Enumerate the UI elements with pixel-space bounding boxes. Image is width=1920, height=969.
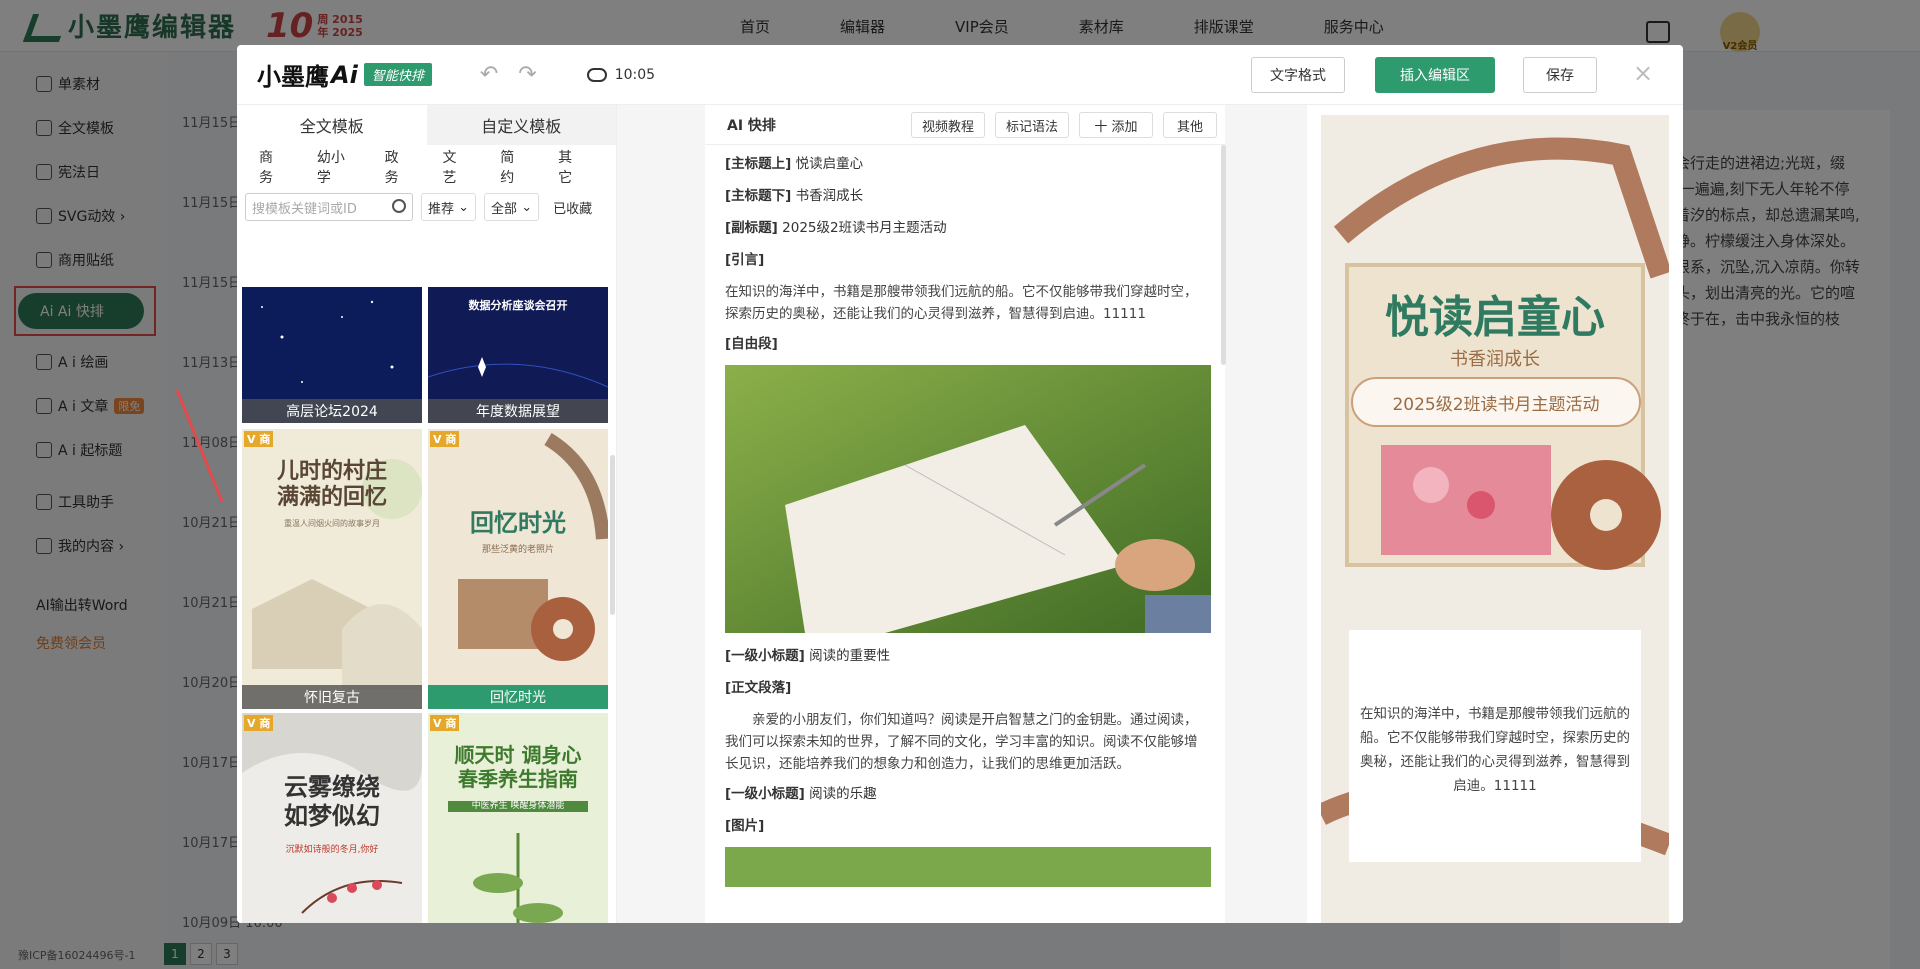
editor-content[interactable]: [主标题上] 悦读启童心 [主标题下] 书香润成长 [副标题] 2025级2班读…: [705, 145, 1225, 887]
image-tag: [图片]: [725, 818, 765, 834]
cloud-icon: [586, 67, 607, 82]
layout-preview: 悦读启童心 书香润成长 2025级2班读书月主题活动 在知识的海洋中，书籍是那艘…: [1321, 115, 1669, 923]
editor-line[interactable]: [副标题] 2025级2班读书月主题活动: [725, 217, 1205, 239]
editor-line[interactable]: [一级小标题] 阅读的乐趣: [725, 783, 1205, 805]
template-caption: 回忆时光: [428, 685, 608, 709]
editor-toolbar: AI 快排 视频教程 标记语法 十 添加 其他: [705, 105, 1225, 145]
editor-title: AI 快排: [727, 117, 776, 134]
intro-paragraph[interactable]: 在知识的海洋中，书籍是那艘带领我们远航的船。它不仅能够带我们穿越时空，探索历史的…: [725, 281, 1205, 325]
editor-scrollbar[interactable]: [1221, 145, 1226, 365]
template-search-input[interactable]: 搜模板关键词或ID: [245, 193, 413, 221]
undo-icon[interactable]: ↶: [480, 62, 498, 87]
text-format-button[interactable]: 文字格式: [1251, 57, 1345, 93]
template-card[interactable]: V 商 儿时的村庄 满满的回忆 重温人间烟火间的故事岁月 怀旧复古: [242, 429, 422, 709]
vip-commercial-tag: V 商: [244, 431, 274, 447]
vip-commercial-tag: V 商: [244, 715, 274, 731]
template-poster-subtitle: 沉默如诗般的冬月,你好: [285, 845, 379, 855]
redo-icon[interactable]: ↷: [518, 62, 536, 87]
sort-select[interactable]: 推荐 ⌄: [421, 193, 477, 221]
editor-line[interactable]: [主标题下] 书香润成长: [725, 185, 1205, 207]
modal-header: 小墨鹰 Ai 智能快排 ↶ ↷ 10:05 文字格式 插入编辑区 保存 ×: [237, 45, 1683, 105]
smart-layout-tag: 智能快排: [363, 63, 432, 86]
category-other[interactable]: 其它: [558, 147, 578, 187]
markup-syntax-button[interactable]: 标记语法: [995, 112, 1069, 138]
template-caption: 高层论坛2024: [242, 399, 422, 423]
template-card[interactable]: 高层论坛2024: [242, 287, 422, 423]
category-government[interactable]: 政务: [385, 147, 405, 187]
modal-logo: 小墨鹰 Ai 智能快排: [257, 57, 432, 92]
category-kids[interactable]: 幼小学: [317, 147, 347, 187]
category-filter: 商务 幼小学 政务 文艺 简约 其它: [237, 145, 616, 189]
save-time: 10:05: [614, 66, 656, 83]
preview-subtitle: 书香润成长: [1450, 349, 1540, 370]
template-card[interactable]: V 商 回忆时光 那些泛黄的老照片 回忆时光: [428, 429, 608, 709]
body-paragraph-tag: [正文段落]: [725, 680, 792, 696]
favorites-filter[interactable]: 已收藏: [553, 198, 592, 217]
template-filters: 搜模板关键词或ID 推荐 ⌄ 全部 ⌄ 已收藏: [237, 189, 616, 225]
scope-select[interactable]: 全部 ⌄: [484, 193, 540, 221]
template-caption: 怀旧复古: [242, 685, 422, 709]
editor-line[interactable]: [主标题上] 悦读启童心: [725, 153, 1205, 175]
template-card[interactable]: 数据分析座谈会召开 年度数据展望: [428, 287, 608, 423]
close-icon[interactable]: ×: [1633, 59, 1653, 87]
tab-full-template[interactable]: 全文模板: [237, 105, 427, 145]
editor-line[interactable]: [引言]: [725, 249, 1205, 271]
template-scrollbar[interactable]: [610, 455, 615, 615]
cloud-save-status: 10:05: [586, 66, 656, 83]
category-simple[interactable]: 简约: [500, 147, 520, 187]
save-button[interactable]: 保存: [1523, 57, 1597, 93]
video-tutorial-button[interactable]: 视频教程: [911, 112, 985, 138]
search-icon[interactable]: [392, 199, 406, 213]
category-business[interactable]: 商务: [259, 147, 279, 187]
template-poster-subtitle: 重温人间烟火间的故事岁月: [284, 519, 380, 528]
insert-editor-button[interactable]: 插入编辑区: [1375, 57, 1495, 93]
template-poster-title: 回忆时光: [470, 509, 566, 537]
category-literary[interactable]: 文艺: [442, 147, 462, 187]
free-section-tag: [自由段]: [725, 336, 778, 352]
template-poster-subtitle: 那些泛黄的老照片: [481, 545, 554, 555]
template-poster-title: 顺天时 调身心 春季养生指南: [454, 743, 582, 791]
notebook-photo-image: [725, 365, 1211, 633]
template-card[interactable]: V 商 云雾缭绕 如梦似幻 沉默如诗般的冬月,你好: [242, 713, 422, 923]
preview-event-box: 2025级2班读书月主题活动: [1351, 377, 1641, 427]
template-panel: 全文模板 自定义模板 商务 幼小学 政务 文艺 简约 其它 搜模板关键词或ID …: [237, 105, 617, 923]
image-placeholder[interactable]: [725, 847, 1211, 887]
add-button[interactable]: 十 添加: [1079, 112, 1153, 138]
ai-layout-modal: 小墨鹰 Ai 智能快排 ↶ ↷ 10:05 文字格式 插入编辑区 保存 × 全文模…: [237, 45, 1683, 923]
editor-gutter-left: [617, 105, 705, 923]
vip-commercial-tag: V 商: [430, 715, 460, 731]
preview-intro-card: 在知识的海洋中，书籍是那艘带领我们远航的船。它不仅能够带我们穿越时空，探索历史的…: [1349, 630, 1641, 862]
editor-line[interactable]: [一级小标题] 阅读的重要性: [725, 645, 1205, 667]
ai-layout-editor: AI 快排 视频教程 标记语法 十 添加 其他 [主标题上] 悦读启童心 [主标…: [705, 105, 1225, 923]
template-caption: 年度数据展望: [428, 399, 608, 423]
preview-title: 悦读启童心: [1385, 292, 1605, 343]
memories-thumbnail: [428, 429, 608, 709]
template-poster-title: 儿时的村庄 满满的回忆: [276, 459, 387, 511]
other-button[interactable]: 其他: [1163, 112, 1217, 138]
template-poster-subtitle: 中医养生 唤醒身体潜能: [448, 801, 588, 812]
writing-photo[interactable]: [725, 365, 1211, 633]
template-card[interactable]: V 商 顺天时 调身心 春季养生指南 中医养生 唤醒身体潜能: [428, 713, 608, 923]
body-paragraph[interactable]: 亲爱的小朋友们，你们知道吗？阅读是开启智慧之门的金钥匙。通过阅读，我们可以探索未…: [725, 709, 1205, 775]
template-poster-title: 云雾缭绕 如梦似幻: [284, 773, 380, 830]
editor-gutter-right: [1225, 105, 1307, 923]
template-poster-title: 数据分析座谈会召开: [468, 299, 568, 312]
vip-commercial-tag: V 商: [430, 431, 460, 447]
tab-custom-template[interactable]: 自定义模板: [426, 105, 616, 145]
